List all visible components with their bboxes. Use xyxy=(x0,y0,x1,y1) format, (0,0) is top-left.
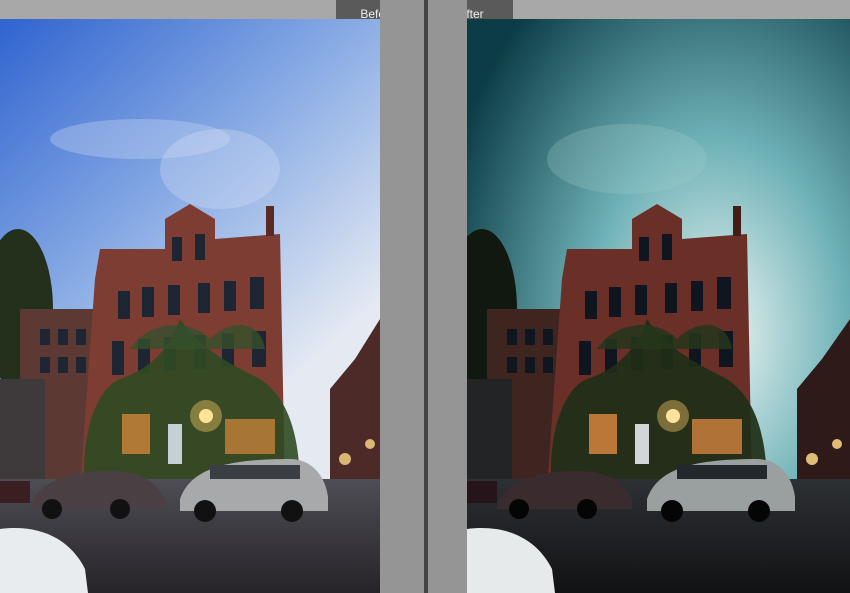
after-photo xyxy=(467,19,850,593)
before-photo xyxy=(0,19,380,593)
compare-view: Before After xyxy=(0,0,850,593)
divider-right xyxy=(428,0,467,593)
divider-left xyxy=(380,0,424,593)
